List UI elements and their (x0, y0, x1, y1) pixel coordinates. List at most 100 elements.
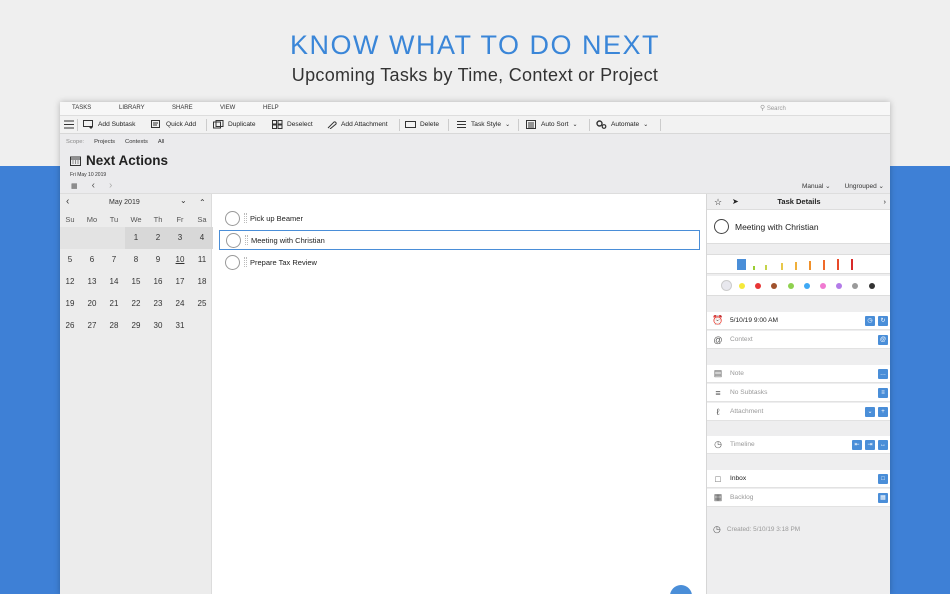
add-attachment-button[interactable]: Add Attachment (326, 120, 388, 129)
color-swatch[interactable] (803, 283, 810, 289)
calendar-day[interactable]: 24 (169, 293, 191, 315)
note-button-icon[interactable]: … (878, 368, 888, 379)
search-box[interactable]: ⚲ Search (760, 104, 886, 114)
task-row[interactable]: Prepare Tax Review (219, 252, 700, 272)
menu-tasks[interactable]: TASKS (72, 105, 91, 111)
calendar-day[interactable]: 6 (81, 249, 103, 271)
calendar-day[interactable]: 29 (125, 315, 147, 337)
duplicate-button[interactable]: Duplicate (213, 120, 256, 129)
color-swatch[interactable] (721, 280, 732, 291)
calendar-day[interactable]: 5 (60, 249, 81, 271)
quick-add-button[interactable]: Quick Add (151, 120, 196, 129)
grid-view-icon[interactable]: ▦ (71, 182, 78, 190)
calendar-day[interactable]: 8 (125, 249, 147, 271)
star-icon[interactable]: ☆ (714, 194, 722, 210)
chevron-down-button-icon[interactable]: ⌄ (865, 406, 875, 417)
calendar-day[interactable]: 13 (81, 271, 103, 293)
calendar-day[interactable]: 26 (60, 315, 81, 337)
backlog-button-icon[interactable]: ▦ (878, 492, 888, 503)
color-swatch[interactable] (755, 283, 762, 289)
automate-dropdown[interactable]: Automate ⌄ (596, 120, 648, 129)
attachment-field[interactable]: ℓ Attachment ⌄ + (707, 403, 890, 421)
previous-icon[interactable]: ‹ (92, 180, 95, 191)
calendar-day[interactable]: 28 (103, 315, 125, 337)
grouping-dropdown[interactable]: Ungrouped ⌄ (845, 182, 884, 190)
color-swatch[interactable] (739, 283, 745, 289)
calendar-day[interactable]: 18 (191, 271, 213, 293)
color-swatch[interactable] (868, 283, 875, 289)
calendar-day[interactable]: 10 (169, 249, 191, 271)
delete-button[interactable]: Delete (405, 120, 439, 129)
task-checkbox[interactable] (226, 232, 241, 248)
calendar-day[interactable]: 14 (103, 271, 125, 293)
add-subtask-button[interactable]: Add Subtask (83, 120, 135, 129)
project-button-icon[interactable]: □ (878, 473, 888, 484)
chevron-right-icon[interactable]: › (884, 194, 887, 210)
color-swatch[interactable] (836, 283, 843, 289)
timeline-span-icon[interactable]: ↔ (878, 439, 888, 450)
repeat-button-icon[interactable]: ↻ (878, 315, 888, 326)
menu-share[interactable]: SHARE (172, 105, 193, 111)
task-style-dropdown[interactable]: Task Style ⌄ (456, 120, 510, 129)
deselect-button[interactable]: Deselect (272, 120, 313, 129)
calendar-day[interactable]: 31 (169, 315, 191, 337)
calendar-day[interactable]: 23 (147, 293, 169, 315)
task-checkbox[interactable] (225, 254, 240, 270)
previous-month-icon[interactable]: ‹ (66, 196, 69, 207)
calendar-day[interactable]: 3 (169, 227, 191, 249)
search-input[interactable]: Search (767, 106, 786, 112)
menu-view[interactable]: VIEW (220, 105, 235, 111)
sort-mode-dropdown[interactable]: Manual ⌄ (802, 182, 831, 190)
scope-projects[interactable]: Projects (94, 139, 115, 145)
context-button-icon[interactable]: @ (878, 334, 888, 345)
calendar-day[interactable]: 30 (147, 315, 169, 337)
color-swatch[interactable] (852, 283, 859, 289)
calendar-day[interactable]: 9 (147, 249, 169, 271)
task-row[interactable]: Pick up Beamer (219, 208, 700, 228)
subtasks-field[interactable]: ≡ No Subtasks ≡ (707, 384, 890, 402)
detail-task-title[interactable]: Meeting with Christian (735, 222, 819, 232)
priority-bars-icon[interactable] (737, 258, 867, 272)
timeline-start-icon[interactable]: ⇤ (852, 439, 862, 450)
hamburger-menu-button[interactable] (64, 120, 75, 129)
calendar-day[interactable]: 11 (191, 249, 213, 271)
timeline-end-icon[interactable]: ⇥ (865, 439, 875, 450)
calendar-day[interactable]: 1 (125, 227, 147, 249)
scope-contexts[interactable]: Contexts (125, 139, 148, 145)
menu-help[interactable]: HELP (263, 105, 279, 111)
color-swatch[interactable] (771, 283, 778, 289)
calendar-day[interactable]: 21 (103, 293, 125, 315)
chevron-up-icon[interactable]: ⌃ (199, 198, 206, 207)
backlog-field[interactable]: ▦ Backlog ▦ (707, 489, 890, 507)
calendar-day[interactable]: 2 (147, 227, 169, 249)
next-icon[interactable]: › (109, 180, 112, 191)
calendar-day[interactable]: 16 (147, 271, 169, 293)
detail-task-checkbox[interactable] (714, 219, 729, 234)
calendar-day[interactable]: 4 (191, 227, 213, 249)
task-checkbox[interactable] (225, 210, 240, 226)
calendar-day[interactable]: 20 (81, 293, 103, 315)
auto-sort-dropdown[interactable]: Auto Sort ⌄ (526, 120, 578, 129)
add-attachment-icon[interactable]: + (878, 406, 888, 417)
task-row-selected[interactable]: Meeting with Christian (219, 230, 700, 250)
drag-handle-icon[interactable] (245, 235, 248, 245)
clock-button-icon[interactable]: ◷ (865, 315, 875, 326)
chevron-down-icon[interactable]: ⌄ (180, 196, 187, 205)
drag-handle-icon[interactable] (244, 213, 247, 223)
calendar-day[interactable]: 7 (103, 249, 125, 271)
menu-library[interactable]: LIBRARY (119, 105, 145, 111)
calendar-day[interactable]: 27 (81, 315, 103, 337)
scope-all[interactable]: All (158, 139, 164, 145)
calendar-day[interactable]: 12 (60, 271, 81, 293)
calendar-day[interactable]: 19 (60, 293, 81, 315)
color-swatch[interactable] (820, 283, 826, 289)
calendar-day[interactable]: 17 (169, 271, 191, 293)
subtasks-button-icon[interactable]: ≡ (878, 387, 888, 398)
calendar-day[interactable]: 22 (125, 293, 147, 315)
calendar-day[interactable]: 15 (125, 271, 147, 293)
due-date-field[interactable]: ⏰ 5/10/19 9:00 AM ◷ ↻ (707, 312, 890, 330)
color-swatch[interactable] (787, 283, 794, 289)
calendar-day[interactable]: 25 (191, 293, 213, 315)
drag-handle-icon[interactable] (244, 257, 247, 267)
context-field[interactable]: @ Context @ (707, 331, 890, 349)
